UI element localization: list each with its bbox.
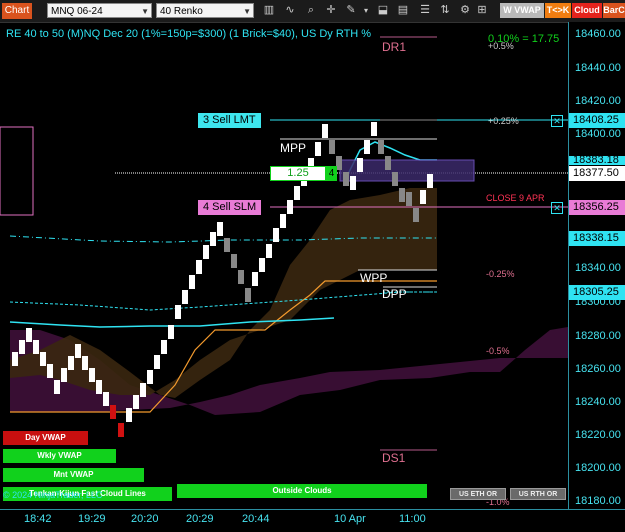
crosshair-icon[interactable]: ✛: [324, 3, 338, 18]
pct-top-label: +0.5%: [488, 41, 514, 51]
time-tick: 10 Apr: [334, 513, 366, 525]
copyright-text: © 2024 NinjaTrader, LLC: [3, 490, 103, 500]
vwap-band-lower: [9, 291, 437, 311]
chart-menu-button[interactable]: Chart: [2, 3, 32, 19]
chevron-down-icon: ▼: [141, 7, 149, 16]
chart-toolbar: Chart MNQ 06-24 ▼ 40 Renko ▼ ▥ ∿ ⌕ ✛ ✎ ▾…: [0, 0, 625, 23]
data-series-icon[interactable]: ▥: [262, 3, 276, 18]
tk-toggle[interactable]: T<>K: [545, 3, 571, 18]
wpp-label: WPP: [360, 271, 388, 285]
close-icon[interactable]: ✕: [551, 202, 563, 214]
zoom-icon[interactable]: ⌕: [304, 3, 318, 18]
session-box: [0, 126, 34, 216]
position-qty[interactable]: 4: [326, 166, 337, 181]
time-tick: 18:42: [24, 513, 52, 525]
mpp-label: MPP: [280, 141, 307, 155]
draw-object-icon[interactable]: ⬓: [376, 3, 390, 18]
position-price[interactable]: 1.25: [270, 166, 326, 181]
kumo-cloud-bullish: [10, 188, 437, 398]
pen-icon[interactable]: ✎: [344, 3, 358, 18]
us-rth-or-button[interactable]: US RTH OR: [510, 488, 566, 500]
bar-type-label: 40 Renko: [160, 6, 203, 17]
price-tick: 18180.00: [575, 495, 621, 507]
pct-m05-label: -0.5%: [486, 346, 510, 356]
price-tick: 18340.00: [575, 262, 621, 274]
dpp-label: DPP: [382, 287, 407, 301]
chevron-down-icon: ▼: [243, 7, 251, 16]
low-cyan-price-label: 18305.25: [569, 285, 625, 300]
instrument-selector[interactable]: MNQ 06-24 ▼: [47, 3, 152, 18]
time-tick: 20:29: [186, 513, 214, 525]
top-cyan-price-label: 18383.18: [569, 156, 625, 165]
price-tick: 18440.00: [575, 62, 621, 74]
instrument-label: MNQ 06-24: [51, 6, 103, 17]
wkly-vwap-button[interactable]: Wkly VWAP: [3, 449, 116, 463]
price-tick: 18260.00: [575, 363, 621, 375]
sell-slm-price-label: 18356.25: [569, 200, 625, 215]
day-vwap-button[interactable]: Day VWAP: [3, 431, 88, 445]
close-icon[interactable]: ✕: [551, 115, 563, 127]
price-tick: 18280.00: [575, 330, 621, 342]
dr1-label: DR1: [382, 40, 407, 54]
chart-info-header: RE 40 to 50 (M)NQ Dec 20 (1%=150p=$300) …: [6, 28, 372, 40]
chart-trader-icon[interactable]: ⇅: [438, 3, 452, 18]
barc-toggle[interactable]: BarC: [603, 3, 625, 18]
cloud-toggle[interactable]: Cloud: [572, 3, 602, 18]
price-tick: 18200.00: [575, 462, 621, 474]
time-tick: 19:29: [78, 513, 106, 525]
price-tick: 18220.00: [575, 429, 621, 441]
pct-p025-label: +0.25%: [488, 116, 519, 126]
price-tick: 18400.00: [575, 128, 621, 140]
time-tick: 20:44: [242, 513, 270, 525]
list-icon[interactable]: ☰: [418, 3, 432, 18]
properties-icon[interactable]: ▤: [396, 3, 410, 18]
us-eth-or-button[interactable]: US ETH OR: [450, 488, 506, 500]
close-label: CLOSE 9 APR: [486, 193, 545, 203]
indicators-icon[interactable]: ∿: [283, 3, 297, 18]
time-tick: 20:20: [131, 513, 159, 525]
price-tick: 18240.00: [575, 396, 621, 408]
pct-m025-label: -0.25%: [486, 269, 515, 279]
mnt-vwap-button[interactable]: Mnt VWAP: [3, 468, 144, 482]
bar-type-selector[interactable]: 40 Renko ▼: [156, 3, 254, 18]
sell-lmt-price-label: 18408.25: [569, 113, 625, 128]
price-tick: 18460.00: [575, 28, 621, 40]
time-tick: 11:00: [399, 513, 426, 525]
dropdown-caret-icon[interactable]: ▾: [359, 3, 373, 18]
attach-icon[interactable]: ⊞: [475, 3, 489, 18]
outside-clouds-button[interactable]: Outside Clouds: [177, 484, 427, 498]
price-tick: 18420.00: [575, 95, 621, 107]
sell-lmt-order[interactable]: 3 Sell LMT: [198, 113, 261, 128]
last-price-label: 18377.50: [569, 166, 625, 181]
ds1-label: DS1: [382, 451, 406, 465]
strategy-icon[interactable]: ⚙: [458, 3, 472, 18]
sell-slm-order[interactable]: 4 Sell SLM: [198, 200, 262, 215]
vwap-toggle[interactable]: W VWAP: [500, 3, 544, 18]
mid-cyan-price-label: 18338.15: [569, 231, 625, 246]
